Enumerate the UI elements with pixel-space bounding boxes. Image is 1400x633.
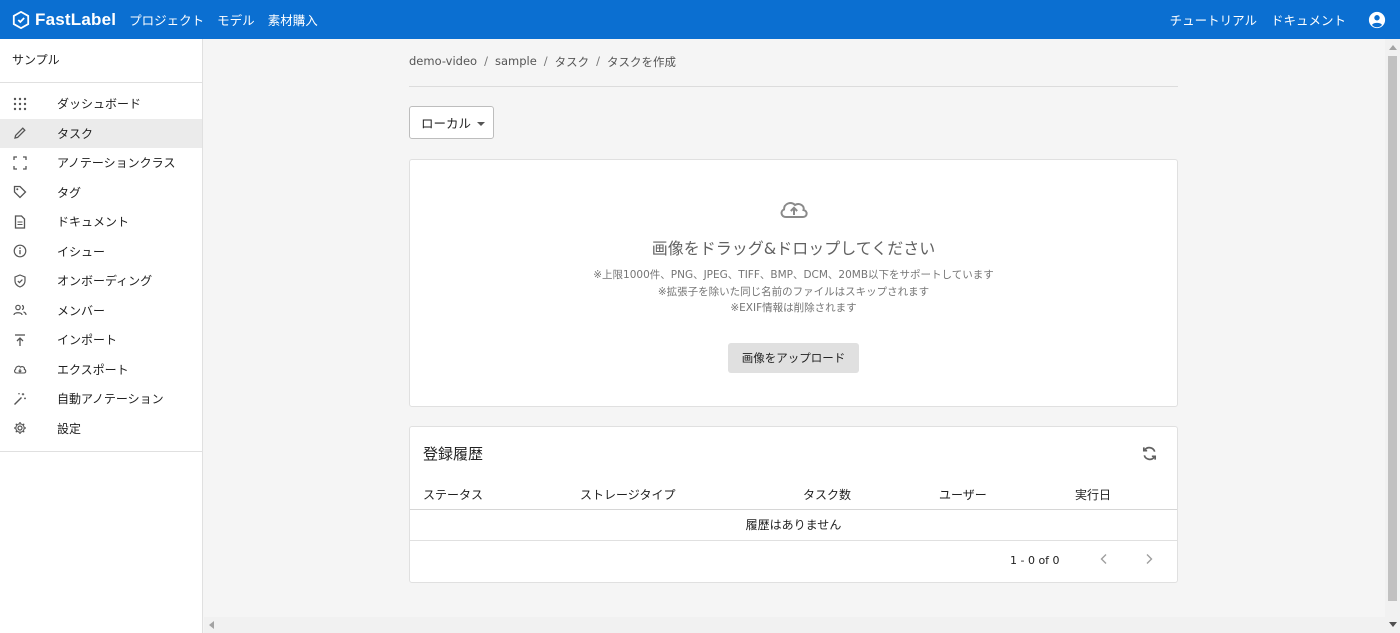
upload-images-button[interactable]: 画像をアップロード: [728, 343, 859, 373]
registration-history-card: 登録履歴 ステータス ストレージタイプ タスク数 ユーザー 実行日 履歴はありま…: [409, 426, 1178, 583]
breadcrumb-separator: /: [543, 54, 548, 68]
project-name: サンプル: [0, 39, 202, 83]
next-page-button[interactable]: [1141, 551, 1157, 567]
sidebar-item-members[interactable]: メンバー: [0, 296, 202, 326]
nav-models[interactable]: モデル: [217, 10, 255, 29]
breadcrumb-workspace[interactable]: demo-video: [409, 54, 477, 70]
column-header-executed-date[interactable]: 実行日: [1075, 486, 1111, 503]
column-header-user[interactable]: ユーザー: [939, 486, 987, 503]
sidebar-item-tasks[interactable]: タスク: [0, 118, 202, 148]
history-title: 登録履歴: [423, 445, 484, 463]
breadcrumb-project[interactable]: sample: [495, 54, 537, 70]
sidebar-item-label: オンボーディング: [57, 274, 153, 289]
table-header-divider: [410, 509, 1177, 510]
storage-source-select[interactable]: ローカル: [409, 106, 494, 139]
cloud-download-icon: [12, 361, 28, 377]
breadcrumb-separator: /: [596, 54, 601, 68]
magic-wand-icon: [12, 391, 28, 407]
bounding-box-icon: [12, 155, 28, 171]
nav-tutorial[interactable]: チュートリアル: [1170, 10, 1257, 29]
previous-page-button[interactable]: [1096, 551, 1112, 567]
empty-history-message: 履歴はありません: [745, 518, 842, 532]
account-icon[interactable]: [1368, 11, 1386, 29]
sidebar-item-label: イシュー: [57, 244, 106, 259]
sidebar: サンプル ダッシュボード タスク アノテーションクラス タグ ドキュメント イシ…: [0, 39, 203, 633]
vertical-scrollbar[interactable]: [1385, 39, 1400, 633]
sidebar-item-label: タスク: [57, 126, 94, 141]
dropzone-title: 画像をドラッグ&ドロップしてください: [651, 239, 936, 258]
sidebar-item-label: ドキュメント: [57, 215, 130, 230]
sidebar-item-issues[interactable]: イシュー: [0, 237, 202, 267]
cloud-upload-icon: [780, 202, 808, 218]
refresh-icon[interactable]: [1141, 445, 1158, 462]
sidebar-item-dashboard[interactable]: ダッシュボード: [0, 89, 202, 119]
fastlabel-logo-icon: [12, 10, 30, 29]
sidebar-item-label: アノテーションクラス: [57, 156, 176, 171]
sidebar-item-label: インポート: [57, 333, 118, 348]
sidebar-item-export[interactable]: エクスポート: [0, 355, 202, 385]
tag-icon: [12, 184, 28, 200]
pagination-range: 1 - 0 of 0: [1010, 554, 1060, 567]
horizontal-scrollbar[interactable]: [204, 617, 1385, 633]
scrollbar-thumb[interactable]: [1388, 56, 1397, 601]
sidebar-item-annotation-classes[interactable]: アノテーションクラス: [0, 148, 202, 178]
divider: [409, 86, 1178, 87]
nav-documents[interactable]: ドキュメント: [1271, 10, 1346, 29]
top-app-bar: FastLabel プロジェクト モデル 素材購入 チュートリアル ドキュメント: [0, 0, 1400, 39]
dropzone-note: ※上限1000件、PNG、JPEG、TIFF、BMP、DCM、20MB以下をサポ…: [593, 269, 994, 281]
sidebar-menu: ダッシュボード タスク アノテーションクラス タグ ドキュメント イシュー オン…: [0, 83, 202, 452]
dropzone-note: ※EXIF情報は削除されます: [730, 302, 857, 314]
column-header-status[interactable]: ステータス: [423, 486, 483, 503]
sidebar-item-settings[interactable]: 設定: [0, 414, 202, 444]
sidebar-item-label: 自動アノテーション: [57, 392, 164, 407]
gear-icon: [12, 420, 28, 436]
caret-down-icon: [477, 121, 486, 126]
chevron-right-icon: [1146, 554, 1153, 564]
import-icon: [12, 332, 28, 348]
breadcrumb: demo-video / sample / タスク / タスクを作成: [409, 54, 676, 70]
breadcrumb-separator: /: [484, 54, 488, 68]
breadcrumb-current: タスクを作成: [607, 55, 677, 69]
scroll-down-arrow-icon[interactable]: [1389, 622, 1397, 627]
sidebar-item-label: 設定: [57, 421, 82, 436]
sidebar-item-tags[interactable]: タグ: [0, 178, 202, 208]
upload-dropzone[interactable]: 画像をドラッグ&ドロップしてください ※上限1000件、PNG、JPEG、TIF…: [409, 159, 1178, 407]
scroll-left-arrow-icon[interactable]: [209, 621, 214, 629]
main-content: demo-video / sample / タスク / タスクを作成 ローカル …: [204, 39, 1385, 617]
column-header-storage-type[interactable]: ストレージタイプ: [580, 486, 676, 503]
scroll-up-arrow-icon[interactable]: [1389, 45, 1397, 50]
sidebar-item-label: タグ: [57, 185, 82, 200]
pencil-icon: [12, 125, 28, 141]
storage-source-value: ローカル: [421, 116, 472, 131]
top-right-nav: チュートリアル ドキュメント: [1156, 10, 1400, 29]
nav-projects[interactable]: プロジェクト: [129, 10, 204, 29]
brand-name: FastLabel: [35, 9, 117, 29]
brand-logo[interactable]: FastLabel: [12, 10, 116, 30]
sidebar-item-onboarding[interactable]: オンボーディング: [0, 266, 202, 296]
document-icon: [12, 214, 28, 230]
dropzone-note: ※拡張子を除いた同じ名前のファイルはスキップされます: [657, 286, 930, 298]
sidebar-item-auto-annotation[interactable]: 自動アノテーション: [0, 384, 202, 414]
column-header-task-count[interactable]: タスク数: [803, 486, 851, 503]
shield-check-icon: [12, 273, 28, 289]
sidebar-item-label: ダッシュボード: [57, 97, 142, 112]
sidebar-item-label: エクスポート: [57, 362, 129, 377]
chevron-left-icon: [1100, 554, 1107, 564]
grid-icon: [12, 96, 28, 112]
table-footer-divider: [410, 540, 1177, 541]
people-icon: [12, 302, 28, 318]
info-icon: [12, 243, 28, 259]
breadcrumb-tasks[interactable]: タスク: [555, 54, 590, 70]
sidebar-item-label: メンバー: [57, 303, 106, 318]
sidebar-item-documents[interactable]: ドキュメント: [0, 207, 202, 237]
nav-purchase-materials[interactable]: 素材購入: [268, 10, 318, 29]
sidebar-item-import[interactable]: インポート: [0, 325, 202, 355]
